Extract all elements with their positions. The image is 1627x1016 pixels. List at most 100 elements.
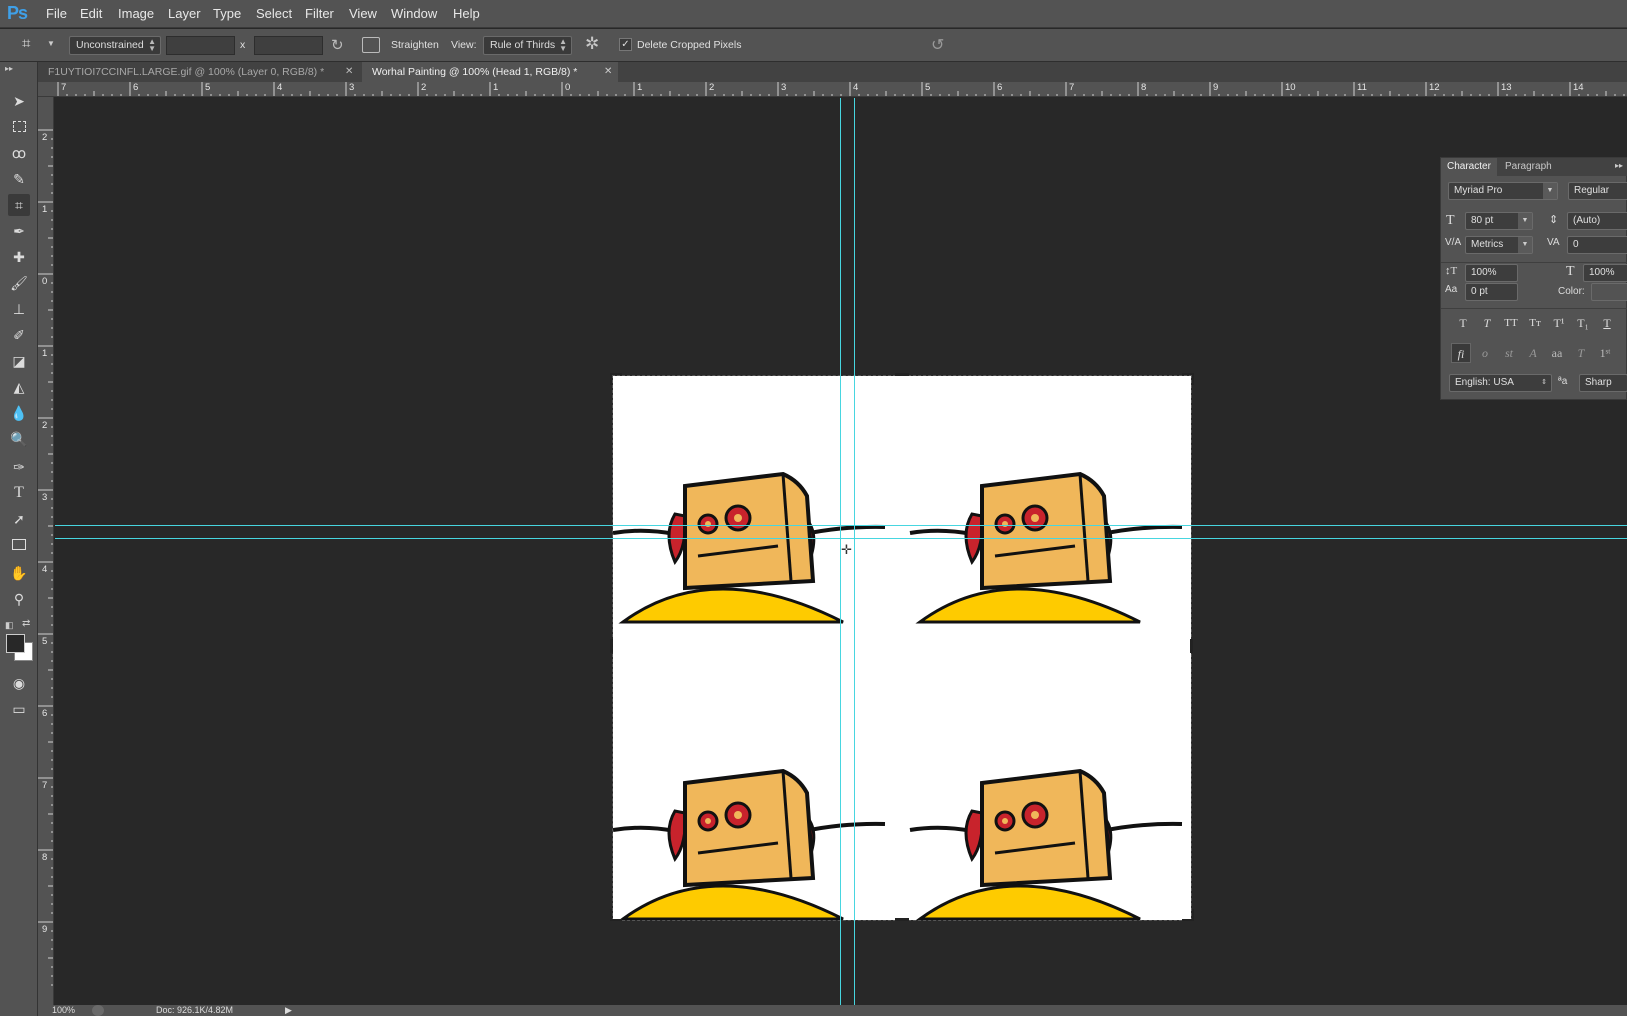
delete-cropped-label[interactable]: Delete Cropped Pixels xyxy=(637,39,741,51)
titling-alternates-button[interactable]: T xyxy=(1571,343,1591,363)
guide-horizontal-1[interactable] xyxy=(55,525,1627,526)
swap-rotate-icon[interactable]: ↻ xyxy=(331,36,344,54)
pen-tool-icon[interactable]: ✑ xyxy=(8,456,30,478)
swash-button[interactable]: A xyxy=(1523,343,1543,363)
contextual-alternates-button[interactable]: o xyxy=(1475,343,1495,363)
screen-mode-icon[interactable]: ▭ xyxy=(8,698,30,720)
default-colors-icon[interactable]: ◧ xyxy=(5,620,14,631)
crop-handle-top-right[interactable] xyxy=(1182,373,1194,385)
ordinals-button[interactable]: 1ˢᵗ xyxy=(1595,343,1615,363)
canvas-area[interactable]: ✛ xyxy=(55,98,1627,1005)
crop-handle-bottom-right[interactable] xyxy=(1182,909,1194,921)
menu-window[interactable]: Window xyxy=(391,6,437,21)
tracking-field[interactable]: 0 xyxy=(1567,236,1627,254)
menu-help[interactable]: Help xyxy=(453,6,480,21)
font-family-dropdown[interactable]: Myriad Pro ▼ xyxy=(1448,182,1558,200)
eyedropper-tool-icon[interactable]: ✒ xyxy=(8,220,30,242)
eraser-tool-icon[interactable]: ◪ xyxy=(8,350,30,372)
type-tool-icon[interactable]: T xyxy=(8,482,30,504)
close-tab-1-icon[interactable]: ✕ xyxy=(345,66,353,77)
quick-mask-icon[interactable]: ◉ xyxy=(8,672,30,694)
zoom-tool-icon[interactable]: ⚲ xyxy=(8,588,30,610)
swap-colors-icon[interactable]: ⇄ xyxy=(22,618,30,629)
menu-filter[interactable]: Filter xyxy=(305,6,334,21)
guide-horizontal-2[interactable] xyxy=(55,538,1627,539)
kerning-field[interactable]: Metrics ▼ xyxy=(1465,236,1533,254)
zoom-level[interactable]: 100% xyxy=(52,1005,75,1015)
tab-paragraph[interactable]: Paragraph xyxy=(1499,158,1558,176)
all-caps-button[interactable]: TT xyxy=(1501,313,1521,333)
crop-tool-icon[interactable]: ⌗ xyxy=(22,35,44,55)
tab-document-1[interactable]: F1UYTIOI7CCINFL.LARGE.gif @ 100% (Layer … xyxy=(38,62,358,82)
subscript-button[interactable]: T₁ xyxy=(1573,313,1593,333)
dodge-tool-icon[interactable]: 🔍 xyxy=(8,428,30,450)
crop-tool-icon[interactable]: ⌗ xyxy=(8,194,30,216)
crop-handle-top[interactable] xyxy=(895,373,909,376)
crop-height-field[interactable] xyxy=(254,36,323,55)
tool-preset-chevron-down-icon[interactable]: ▼ xyxy=(47,39,55,48)
marquee-tool-icon[interactable] xyxy=(8,116,30,138)
ratio-preset-dropdown[interactable]: Unconstrained ▲ ▼ xyxy=(69,36,161,55)
crop-handle-left[interactable] xyxy=(610,639,613,653)
discretionary-ligatures-button[interactable]: st xyxy=(1499,343,1519,363)
reset-icon[interactable]: ↺ xyxy=(931,35,944,55)
paint-bucket-tool-icon[interactable]: ◭ xyxy=(8,376,30,398)
stylistic-alternates-button[interactable]: aa xyxy=(1547,343,1567,363)
faux-italic-button[interactable]: T xyxy=(1477,313,1497,333)
crop-width-field[interactable] xyxy=(166,36,235,55)
straighten-label[interactable]: Straighten xyxy=(391,39,439,51)
move-tool-icon[interactable]: ➤ xyxy=(8,90,30,112)
status-menu-arrow-icon[interactable]: ▶ xyxy=(285,1005,292,1016)
crop-handle-right[interactable] xyxy=(1190,639,1193,653)
blur-tool-icon[interactable]: 💧 xyxy=(8,402,30,424)
menu-select[interactable]: Select xyxy=(256,6,292,21)
menu-type[interactable]: Type xyxy=(213,6,241,21)
view-overlay-dropdown[interactable]: Rule of Thirds ▲ ▼ xyxy=(483,36,572,55)
standard-ligatures-button[interactable]: fi xyxy=(1451,343,1471,363)
small-caps-button[interactable]: Tт xyxy=(1525,313,1545,333)
underline-button[interactable]: T xyxy=(1597,313,1617,333)
document-image[interactable] xyxy=(611,375,1192,921)
ruler-label: 8 xyxy=(1141,82,1147,93)
superscript-button[interactable]: T¹ xyxy=(1549,313,1569,333)
vertical-scale-field[interactable]: 100% xyxy=(1465,264,1518,282)
baseline-shift-field[interactable]: 0 pt xyxy=(1465,283,1518,301)
collapse-panel-icon[interactable]: ▸▸ xyxy=(5,64,13,73)
menu-layer[interactable]: Layer xyxy=(168,6,201,21)
clone-stamp-tool-icon[interactable]: ⊥ xyxy=(8,298,30,320)
font-style-dropdown[interactable]: Regular xyxy=(1568,182,1627,200)
menu-edit[interactable]: Edit xyxy=(80,6,102,21)
leading-field[interactable]: (Auto) xyxy=(1567,212,1627,230)
history-brush-tool-icon[interactable]: ✐ xyxy=(8,324,30,346)
hand-tool-icon[interactable]: ✋ xyxy=(8,562,30,584)
faux-bold-button[interactable]: T xyxy=(1453,313,1473,333)
rectangle-tool-icon[interactable] xyxy=(8,534,30,556)
quick-select-tool-icon[interactable]: ✎ xyxy=(8,168,30,190)
view-label: View: xyxy=(451,39,477,51)
close-tab-2-icon[interactable]: ✕ xyxy=(604,66,612,77)
lasso-tool-icon[interactable]: ꝏ xyxy=(8,142,30,164)
gear-icon[interactable]: ✲ xyxy=(585,34,599,54)
path-select-tool-icon[interactable]: ➚ xyxy=(8,508,30,530)
panel-menu-icon[interactable]: ▸▸ xyxy=(1615,161,1623,170)
antialias-dropdown[interactable]: Sharp xyxy=(1579,374,1627,392)
tab-character[interactable]: Character xyxy=(1441,158,1497,176)
share-icon[interactable] xyxy=(92,1005,104,1016)
horizontal-scale-field[interactable]: 100% xyxy=(1583,264,1627,282)
tab-document-2[interactable]: Worhal Painting @ 100% (Head 1, RGB/8) * xyxy=(362,62,618,82)
crop-handle-top-left[interactable] xyxy=(610,373,622,385)
brush-tool-icon[interactable]: 🖌 xyxy=(8,272,30,294)
text-color-swatch[interactable] xyxy=(1591,283,1627,301)
menu-image[interactable]: Image xyxy=(118,6,154,21)
guide-vertical-2[interactable] xyxy=(854,98,855,1005)
menu-file[interactable]: File xyxy=(46,6,67,21)
healing-brush-tool-icon[interactable]: ✚ xyxy=(8,246,30,268)
foreground-color-swatch[interactable] xyxy=(6,634,25,653)
menu-view[interactable]: View xyxy=(349,6,377,21)
font-size-field[interactable]: 80 pt ▼ xyxy=(1465,212,1533,230)
straighten-icon[interactable] xyxy=(362,37,380,53)
crop-handle-bottom[interactable] xyxy=(895,918,909,921)
language-dropdown[interactable]: English: USA ⇕ xyxy=(1449,374,1552,392)
delete-cropped-checkbox[interactable]: ✓ xyxy=(619,38,632,51)
crop-handle-bottom-left[interactable] xyxy=(610,909,622,921)
